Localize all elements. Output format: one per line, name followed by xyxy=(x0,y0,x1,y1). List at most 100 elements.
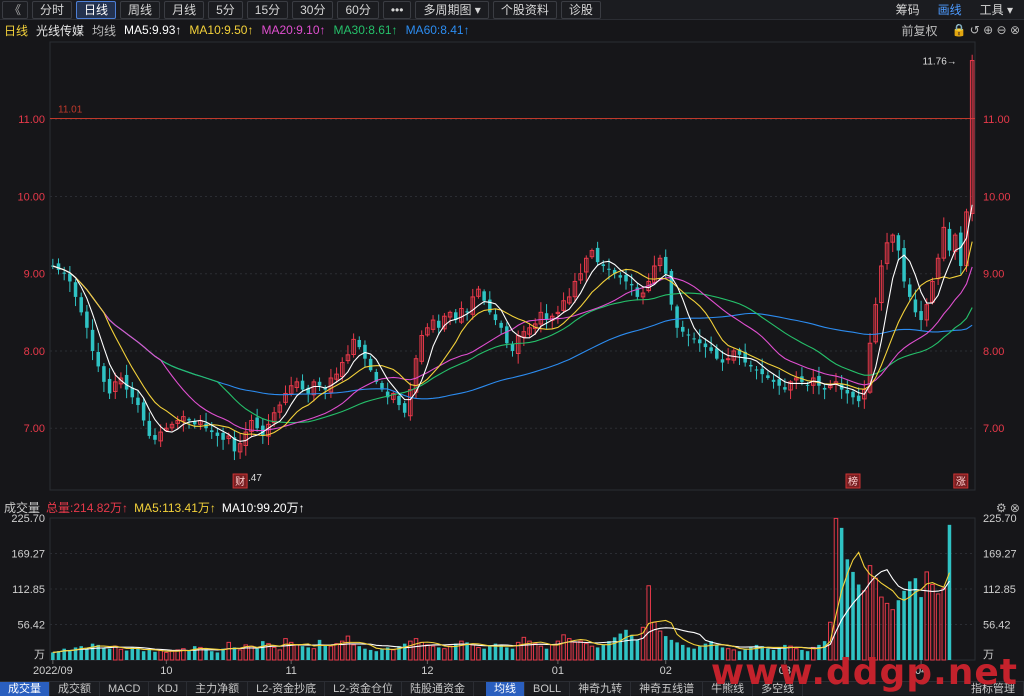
volume-unit-left: 万 xyxy=(34,649,45,661)
candle-body xyxy=(618,275,623,278)
candle-body xyxy=(715,348,719,359)
candle-body xyxy=(255,417,259,429)
x-tick-label: 12 xyxy=(421,665,433,677)
volume-bar xyxy=(698,646,702,660)
volume-bar xyxy=(351,644,356,661)
tab-l2-bottom[interactable]: L2-资金抄底 xyxy=(248,681,326,696)
volume-bar xyxy=(510,648,515,660)
candle-body xyxy=(68,273,72,282)
volume-tick-label-right: 169.27 xyxy=(983,549,1017,561)
volume-bar xyxy=(947,524,952,660)
volume-bar xyxy=(447,645,453,661)
volume-bar xyxy=(862,590,867,661)
ma60-line xyxy=(52,265,973,400)
candle-body xyxy=(141,402,146,421)
volume-bar xyxy=(113,645,118,661)
volume-bar xyxy=(209,651,214,660)
volume-bar xyxy=(118,648,124,661)
tab-boll[interactable]: BOLL xyxy=(525,681,571,696)
candle-body xyxy=(510,343,515,351)
price-tick-label-right: 9.00 xyxy=(983,269,1004,281)
candle-body xyxy=(760,368,764,375)
volume-bar xyxy=(669,639,674,660)
candle-body xyxy=(805,384,810,386)
kline-chart[interactable]: 7.00 7.00 8.00 8.00 9.00 9.00 10.00 10.00 11.00 1… xyxy=(0,0,1024,695)
candle-body xyxy=(698,339,702,344)
price-tick-label-right: 11.00 xyxy=(983,114,1010,126)
event-marker: 涨 xyxy=(956,476,966,488)
price-tick-label-right: 8.00 xyxy=(983,346,1004,358)
tab-volume[interactable]: 成交量 xyxy=(0,681,50,696)
volume-tick-label-right: 225.70 xyxy=(983,513,1017,525)
candle-body xyxy=(397,396,401,406)
tab-magic-five[interactable]: 神奇五线谱 xyxy=(631,681,704,696)
volume-bar xyxy=(930,584,935,661)
volume-bar xyxy=(96,644,100,660)
candle-body xyxy=(709,347,713,351)
volume-bar xyxy=(612,637,617,660)
candle-body xyxy=(402,403,407,413)
volume-bar xyxy=(187,650,191,660)
candle-body xyxy=(221,432,225,440)
candle-body xyxy=(777,379,781,386)
tab-main-net[interactable]: 主力净额 xyxy=(187,681,249,696)
candle-body xyxy=(686,334,691,336)
volume-bar xyxy=(578,640,583,661)
price-tick-label-right: 10.00 xyxy=(983,191,1011,203)
volume-bar xyxy=(56,651,61,660)
volume-bar xyxy=(102,647,106,660)
volume-bar xyxy=(345,635,351,661)
candle-body xyxy=(754,369,759,371)
candle-body xyxy=(317,381,322,386)
volume-tick-label-left: 56.42 xyxy=(17,620,45,632)
volume-bar xyxy=(873,577,878,661)
volume-bar xyxy=(521,636,527,661)
tab-macd[interactable]: MACD xyxy=(100,681,150,696)
price-tick-label-left: 8.00 xyxy=(24,346,45,358)
candle-body xyxy=(465,311,469,313)
volume-bar xyxy=(913,578,918,660)
tab-northbound[interactable]: 陆股通资金 xyxy=(402,681,474,696)
volume-bar xyxy=(300,646,305,660)
volume-bar xyxy=(261,641,265,660)
candle-body xyxy=(436,320,441,328)
candle-body xyxy=(147,420,152,436)
tab-ma[interactable]: 均线 xyxy=(485,681,525,696)
candle-body xyxy=(107,378,112,394)
candle-body xyxy=(90,329,95,351)
candle-body xyxy=(102,366,106,382)
volume-ma5-line xyxy=(52,551,950,653)
volume-tick-label-right: 56.42 xyxy=(983,620,1011,632)
candle-body xyxy=(720,359,725,363)
volume-bar xyxy=(311,648,317,661)
candle-body xyxy=(783,387,787,390)
volume-bar xyxy=(618,633,623,660)
price-tick-label-left: 9.00 xyxy=(24,269,45,281)
volume-bar xyxy=(663,636,668,660)
volume-bar xyxy=(147,649,152,660)
volume-bar xyxy=(130,647,135,660)
volume-bar xyxy=(935,593,941,661)
candle-body xyxy=(845,389,850,394)
volume-bar xyxy=(902,590,906,660)
volume-tick-label-right: 112.85 xyxy=(983,584,1016,596)
tab-magic-nine[interactable]: 神奇九转 xyxy=(570,681,632,696)
volume-bar xyxy=(652,621,657,661)
candle-body xyxy=(822,387,827,390)
candle-body xyxy=(725,358,731,361)
volume-bar xyxy=(561,634,566,661)
tab-amount[interactable]: 成交额 xyxy=(50,681,100,696)
volume-bar xyxy=(675,642,679,660)
volume-bar xyxy=(90,643,95,660)
volume-bar xyxy=(482,648,486,660)
candle-body xyxy=(368,358,373,371)
x-tick-label: 02 xyxy=(660,665,672,677)
volume-bar xyxy=(549,644,555,661)
candle-body xyxy=(215,432,220,436)
tab-kdj[interactable]: KDJ xyxy=(149,681,188,696)
candle-body xyxy=(493,314,498,321)
candle-body xyxy=(136,397,140,406)
tab-l2-position[interactable]: L2-资金仓位 xyxy=(325,681,402,696)
price-tick-label-left: 11.00 xyxy=(18,114,45,126)
candle-body xyxy=(771,379,776,382)
